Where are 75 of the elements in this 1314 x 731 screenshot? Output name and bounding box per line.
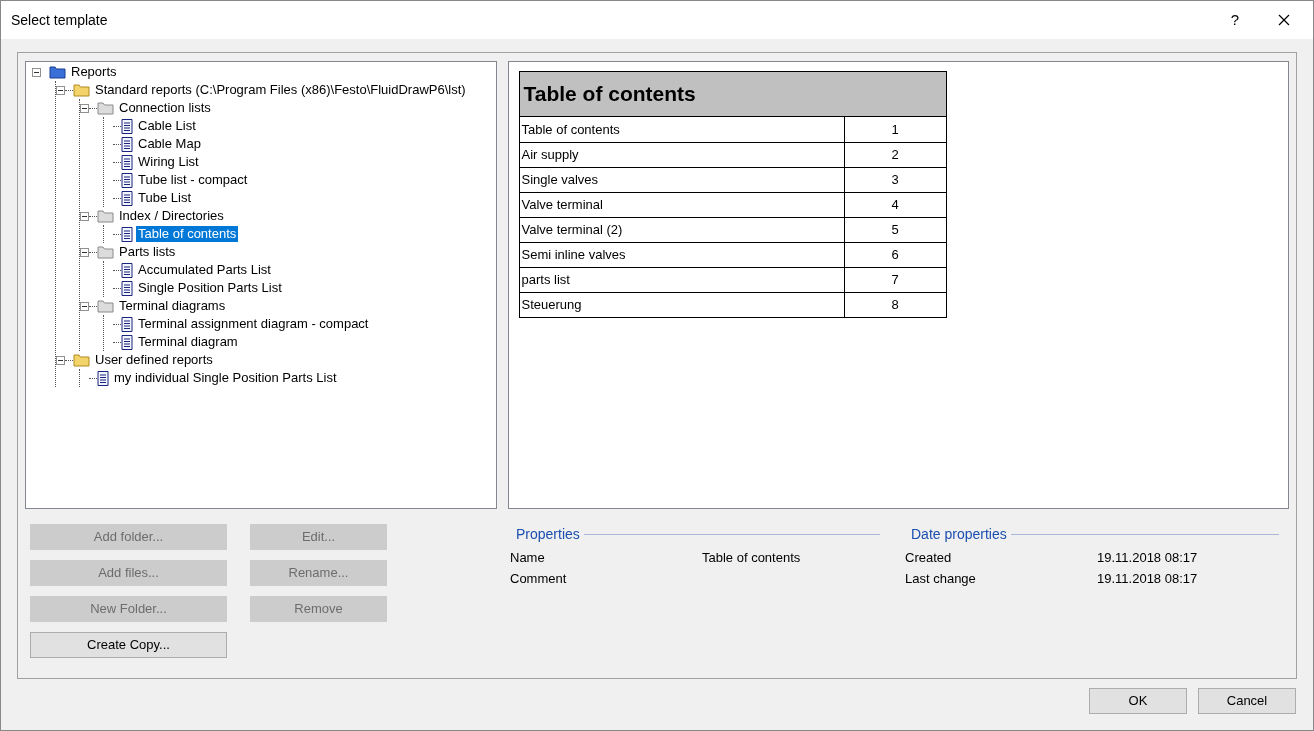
document-icon: [121, 190, 133, 206]
tree-item[interactable]: Parts lists: [117, 244, 178, 260]
close-icon: [1278, 14, 1290, 26]
table-cell: Valve terminal (2): [519, 218, 845, 242]
table-cell: Table of contents: [519, 117, 845, 142]
table-cell-text: 8: [890, 296, 900, 315]
document-icon: [121, 262, 133, 278]
table-cell-text: 5: [890, 221, 900, 240]
property-label: Created: [905, 548, 953, 567]
tree-item[interactable]: Table of contents: [136, 226, 239, 242]
tree-item[interactable]: Terminal diagram: [136, 334, 240, 350]
collapse-toggle[interactable]: [80, 301, 89, 311]
help-button[interactable]: ?: [1215, 1, 1255, 39]
collapse-toggle[interactable]: [56, 85, 65, 95]
table-cell-text: 3: [890, 171, 900, 190]
tree-item[interactable]: Terminal diagrams: [117, 298, 228, 314]
folder-icon: [97, 101, 114, 115]
document-icon: [121, 118, 133, 134]
property-label: Comment: [510, 569, 568, 588]
document-icon: [121, 172, 133, 188]
folder-icon: [49, 65, 66, 79]
document-icon: [121, 154, 133, 170]
document-icon: [121, 136, 133, 152]
collapse-toggle[interactable]: [80, 247, 89, 257]
property-label: Last change: [905, 569, 977, 588]
tree-item[interactable]: Cable List: [136, 118, 198, 134]
table-cell: parts list: [519, 268, 845, 292]
document-icon: [121, 226, 133, 242]
folder-icon: [97, 299, 114, 313]
section-heading: Properties: [515, 524, 580, 544]
tree-item[interactable]: Tube list - compact: [136, 172, 250, 188]
section-heading: Date properties: [910, 524, 1007, 544]
table-cell-text: 6: [890, 246, 900, 265]
table-cell: Steuerung: [519, 293, 845, 317]
collapse-toggle[interactable]: [80, 103, 89, 113]
tree-item[interactable]: Terminal assignment diagram - compact: [136, 316, 371, 332]
table-title: Table of contents: [519, 72, 946, 117]
dialog-button[interactable]: OK: [1089, 688, 1187, 714]
table-cell-text: 7: [890, 271, 900, 290]
dialog-button[interactable]: Cancel: [1198, 688, 1296, 714]
folder-icon: [73, 353, 90, 367]
tree-item[interactable]: Reports: [69, 64, 119, 80]
document-icon: [97, 370, 109, 386]
collapse-toggle[interactable]: [56, 355, 65, 365]
window-title: Select template: [11, 10, 109, 30]
tree-item[interactable]: my individual Single Position Parts List: [112, 370, 339, 386]
property-label: Name: [510, 548, 546, 567]
property-value: Table of contents: [702, 548, 801, 567]
collapse-toggle[interactable]: [32, 67, 41, 77]
tree-item[interactable]: Index / Directories: [117, 208, 226, 224]
table-cell: Semi inline valves: [519, 243, 845, 267]
tree-item[interactable]: Wiring List: [136, 154, 201, 170]
document-icon: [121, 280, 133, 296]
table-cell: Valve terminal: [519, 193, 845, 217]
folder-icon: [97, 209, 114, 223]
tree-item[interactable]: Single Position Parts List: [136, 280, 284, 296]
document-icon: [121, 334, 133, 350]
table-cell-text: 2: [890, 146, 900, 165]
property-value: 19.11.2018 08:17: [1097, 548, 1198, 567]
tree-item[interactable]: Cable Map: [136, 136, 203, 152]
tree-item[interactable]: User defined reports: [93, 352, 215, 368]
document-icon: [121, 316, 133, 332]
tree-item[interactable]: Standard reports (C:\Program Files (x86)\Festo\FluidDrawP6\lst): [93, 82, 468, 98]
tree-item[interactable]: Connection lists: [117, 100, 213, 116]
folder-icon: [73, 83, 90, 97]
table-cell: Air supply: [519, 143, 845, 167]
property-value: 19.11.2018 08:17: [1097, 569, 1198, 588]
action-button[interactable]: Create Copy...: [30, 632, 227, 658]
tree-item[interactable]: Accumulated Parts List: [136, 262, 273, 278]
table-cell-text: 1: [890, 120, 900, 139]
tree-item[interactable]: Tube List: [136, 190, 193, 206]
table-cell: Single valves: [519, 168, 845, 192]
folder-icon: [97, 245, 114, 259]
table-cell-text: 4: [890, 196, 900, 215]
collapse-toggle[interactable]: [80, 211, 89, 221]
